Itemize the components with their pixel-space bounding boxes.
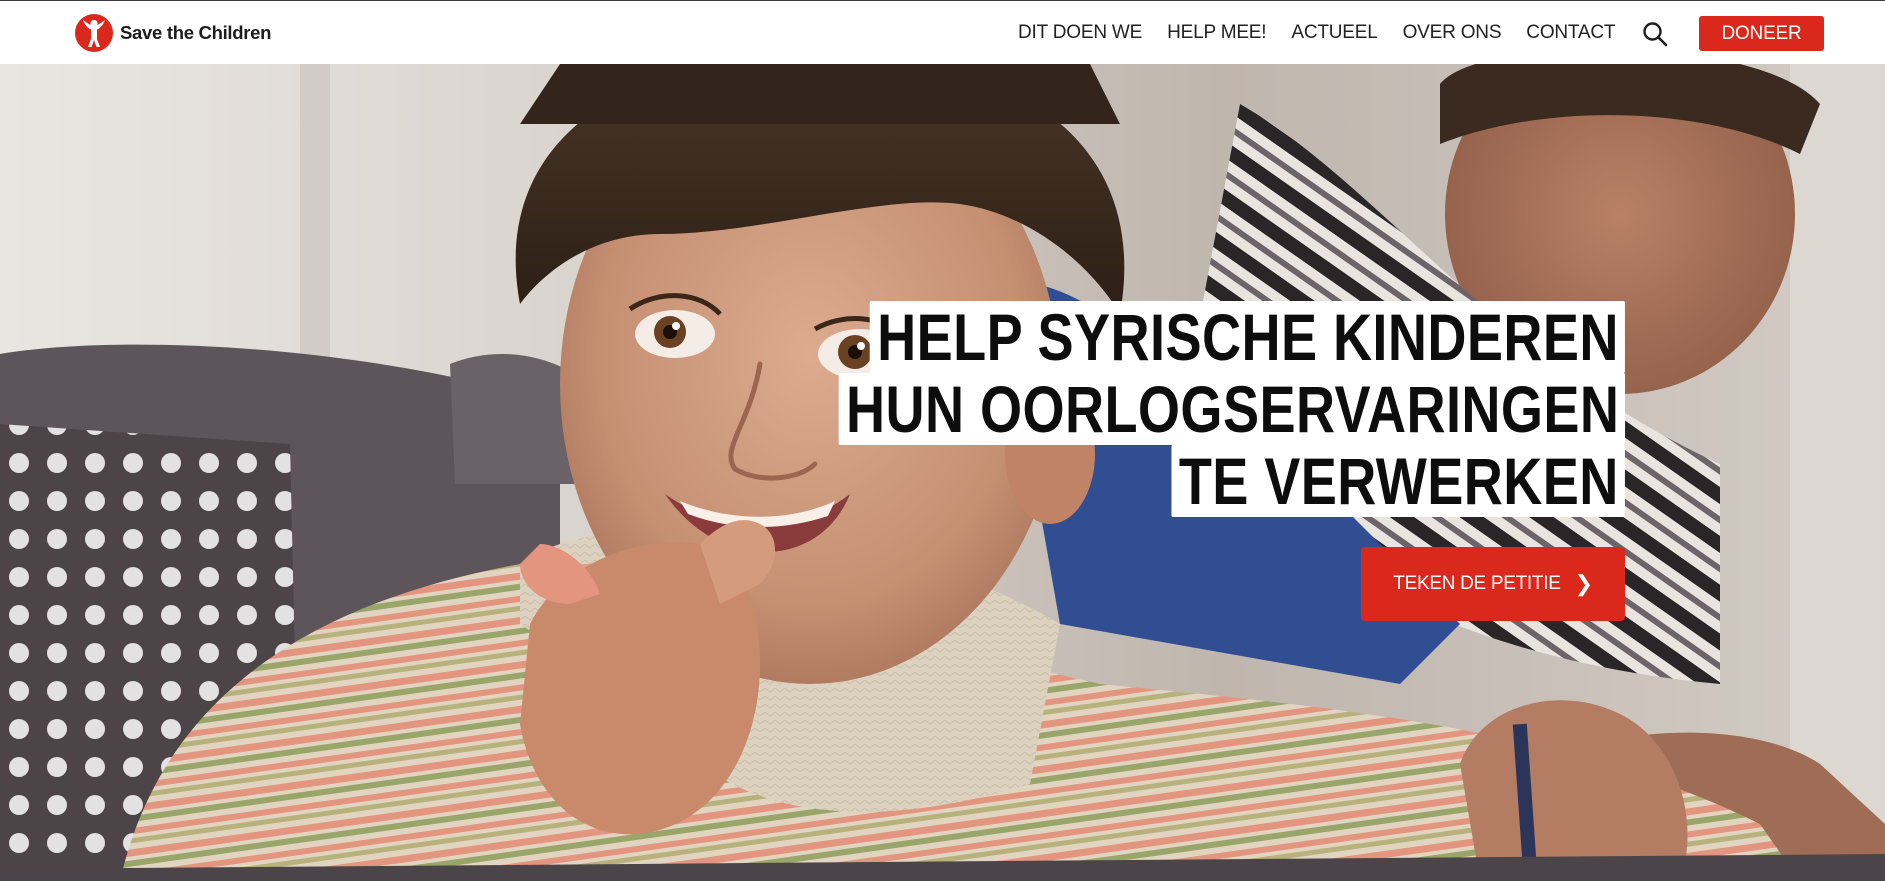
sign-petition-button[interactable]: TEKEN DE PETITIE ❯ xyxy=(1361,547,1625,621)
donate-button[interactable]: DONEER xyxy=(1699,16,1824,51)
search-icon xyxy=(1643,22,1668,47)
search-button[interactable] xyxy=(1642,21,1668,47)
main-nav: DIT DOEN WE HELP MEE! ACTUEEL OVER ONS C… xyxy=(1018,1,1640,65)
nav-item-dit-doen-we[interactable]: DIT DOEN WE xyxy=(1018,22,1142,44)
nav-item-over-ons[interactable]: OVER ONS xyxy=(1403,22,1502,44)
hero-headline: HELP SYRISCHE KINDEREN HUN OORLOGSERVARI… xyxy=(666,301,1625,517)
page: Save the Children DIT DOEN WE HELP MEE! … xyxy=(0,0,1885,881)
nav-item-actueel[interactable]: ACTUEEL xyxy=(1291,22,1377,44)
save-the-children-figure-icon xyxy=(75,14,113,52)
hero-headline-line: HELP SYRISCHE KINDEREN xyxy=(870,301,1625,373)
hero-headline-line: HUN OORLOGSERVARINGEN xyxy=(838,373,1625,445)
sign-petition-label: TEKEN DE PETITIE xyxy=(1393,573,1561,594)
nav-item-help-mee[interactable]: HELP MEE! xyxy=(1167,22,1266,44)
site-logo-text: Save the Children xyxy=(120,22,272,43)
site-header: Save the Children DIT DOEN WE HELP MEE! … xyxy=(0,0,1885,64)
hero-headline-line: TE VERWERKEN xyxy=(1171,445,1625,517)
hero-banner: HELP SYRISCHE KINDEREN HUN OORLOGSERVARI… xyxy=(0,64,1885,881)
site-logo[interactable]: Save the Children xyxy=(74,13,271,53)
chevron-right-icon: ❯ xyxy=(1574,571,1593,596)
nav-item-contact[interactable]: CONTACT xyxy=(1526,22,1615,44)
